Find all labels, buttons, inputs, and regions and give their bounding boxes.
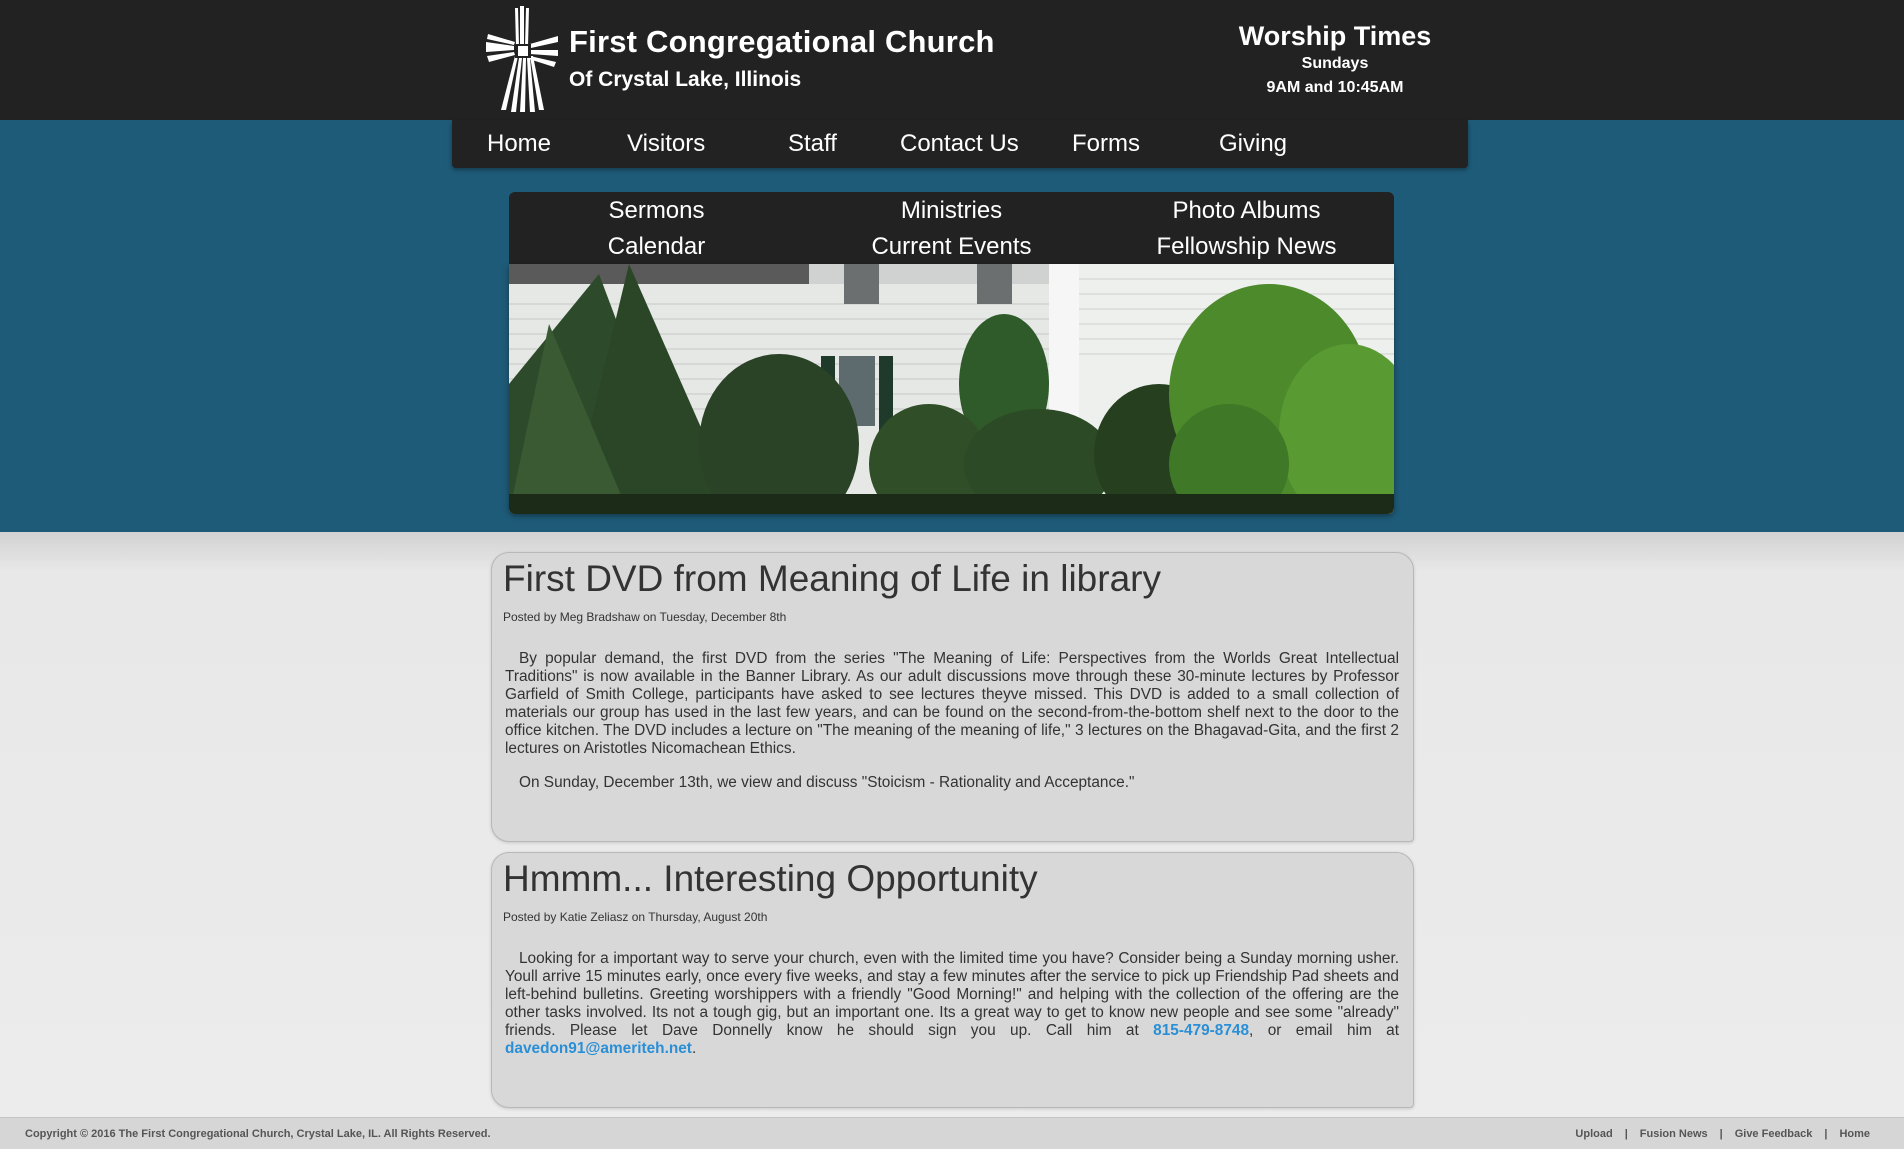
post-body: By popular demand, the first DVD from th… xyxy=(505,650,1399,792)
nav-visitors[interactable]: Visitors xyxy=(627,130,705,158)
footer-link-fusion-news[interactable]: Fusion News xyxy=(1640,1128,1708,1140)
nav-forms[interactable]: Forms xyxy=(1072,130,1140,158)
post-text: , or email him at xyxy=(1249,1022,1399,1039)
post-paragraph: On Sunday, December 13th, we view and di… xyxy=(519,774,1135,791)
subnav-photo-albums[interactable]: Photo Albums xyxy=(1099,197,1394,225)
post-card: First DVD from Meaning of Life in librar… xyxy=(491,552,1414,842)
post-meta: Posted by Meg Bradshaw on Tuesday, Decem… xyxy=(503,610,787,624)
footer-separator: | xyxy=(1719,1128,1723,1140)
post-card: Hmmm... Interesting Opportunity Posted b… xyxy=(491,852,1414,1108)
nav-contact-us[interactable]: Contact Us xyxy=(900,130,1019,158)
worship-title: Worship Times xyxy=(1238,21,1432,51)
post-text: . xyxy=(691,1040,697,1057)
footer-separator: | xyxy=(1824,1128,1828,1140)
site-header xyxy=(0,0,1904,120)
footer-link-home[interactable]: Home xyxy=(1839,1128,1870,1140)
worship-day: Sundays xyxy=(1301,55,1369,72)
worship-times-value: 9AM and 10:45AM xyxy=(1266,79,1404,96)
nav-home[interactable]: Home xyxy=(487,130,551,158)
footer-links: Upload | Fusion News | Give Feedback | Home xyxy=(1575,1128,1870,1140)
post-paragraph: Looking for a important way to serve you… xyxy=(505,950,1399,1058)
main-nav: Home Visitors Staff Contact Us Forms Giv… xyxy=(452,120,1468,168)
subnav-current-events[interactable]: Current Events xyxy=(804,233,1099,261)
post-title[interactable]: Hmmm... Interesting Opportunity xyxy=(503,858,1038,900)
post-body: Looking for a important way to serve you… xyxy=(505,950,1399,1058)
subnav-sermons[interactable]: Sermons xyxy=(509,197,804,225)
footer: Copyright © 2016 The First Congregationa… xyxy=(0,1117,1904,1149)
copyright: Copyright © 2016 The First Congregationa… xyxy=(25,1128,491,1140)
subnav-fellowship-news[interactable]: Fellowship News xyxy=(1099,233,1394,261)
worship-times: Worship Times Sundays 9AM and 10:45AM xyxy=(1210,20,1460,100)
nav-giving[interactable]: Giving xyxy=(1219,130,1287,158)
cross-logo-icon[interactable] xyxy=(486,6,558,112)
site-subtitle: Of Crystal Lake, Illinois xyxy=(569,68,802,91)
site-title[interactable]: First Congregational Church xyxy=(569,24,995,60)
sub-nav: Sermons Ministries Photo Albums Calendar… xyxy=(509,192,1394,264)
footer-separator: | xyxy=(1624,1128,1628,1140)
footer-link-upload[interactable]: Upload xyxy=(1575,1128,1612,1140)
post-meta: Posted by Katie Zeliasz on Thursday, Aug… xyxy=(503,910,768,924)
post-paragraph: By popular demand, the first DVD from th… xyxy=(505,650,1399,757)
footer-link-give-feedback[interactable]: Give Feedback xyxy=(1735,1128,1813,1140)
post-title[interactable]: First DVD from Meaning of Life in librar… xyxy=(503,558,1161,600)
phone-link[interactable]: 815-479-8748 xyxy=(1153,1022,1249,1039)
church-banner-photo xyxy=(509,264,1394,514)
nav-staff[interactable]: Staff xyxy=(788,130,837,158)
email-link[interactable]: davedon91@ameriteh.net xyxy=(505,1040,692,1057)
subnav-ministries[interactable]: Ministries xyxy=(804,197,1099,225)
subnav-calendar[interactable]: Calendar xyxy=(509,233,804,261)
